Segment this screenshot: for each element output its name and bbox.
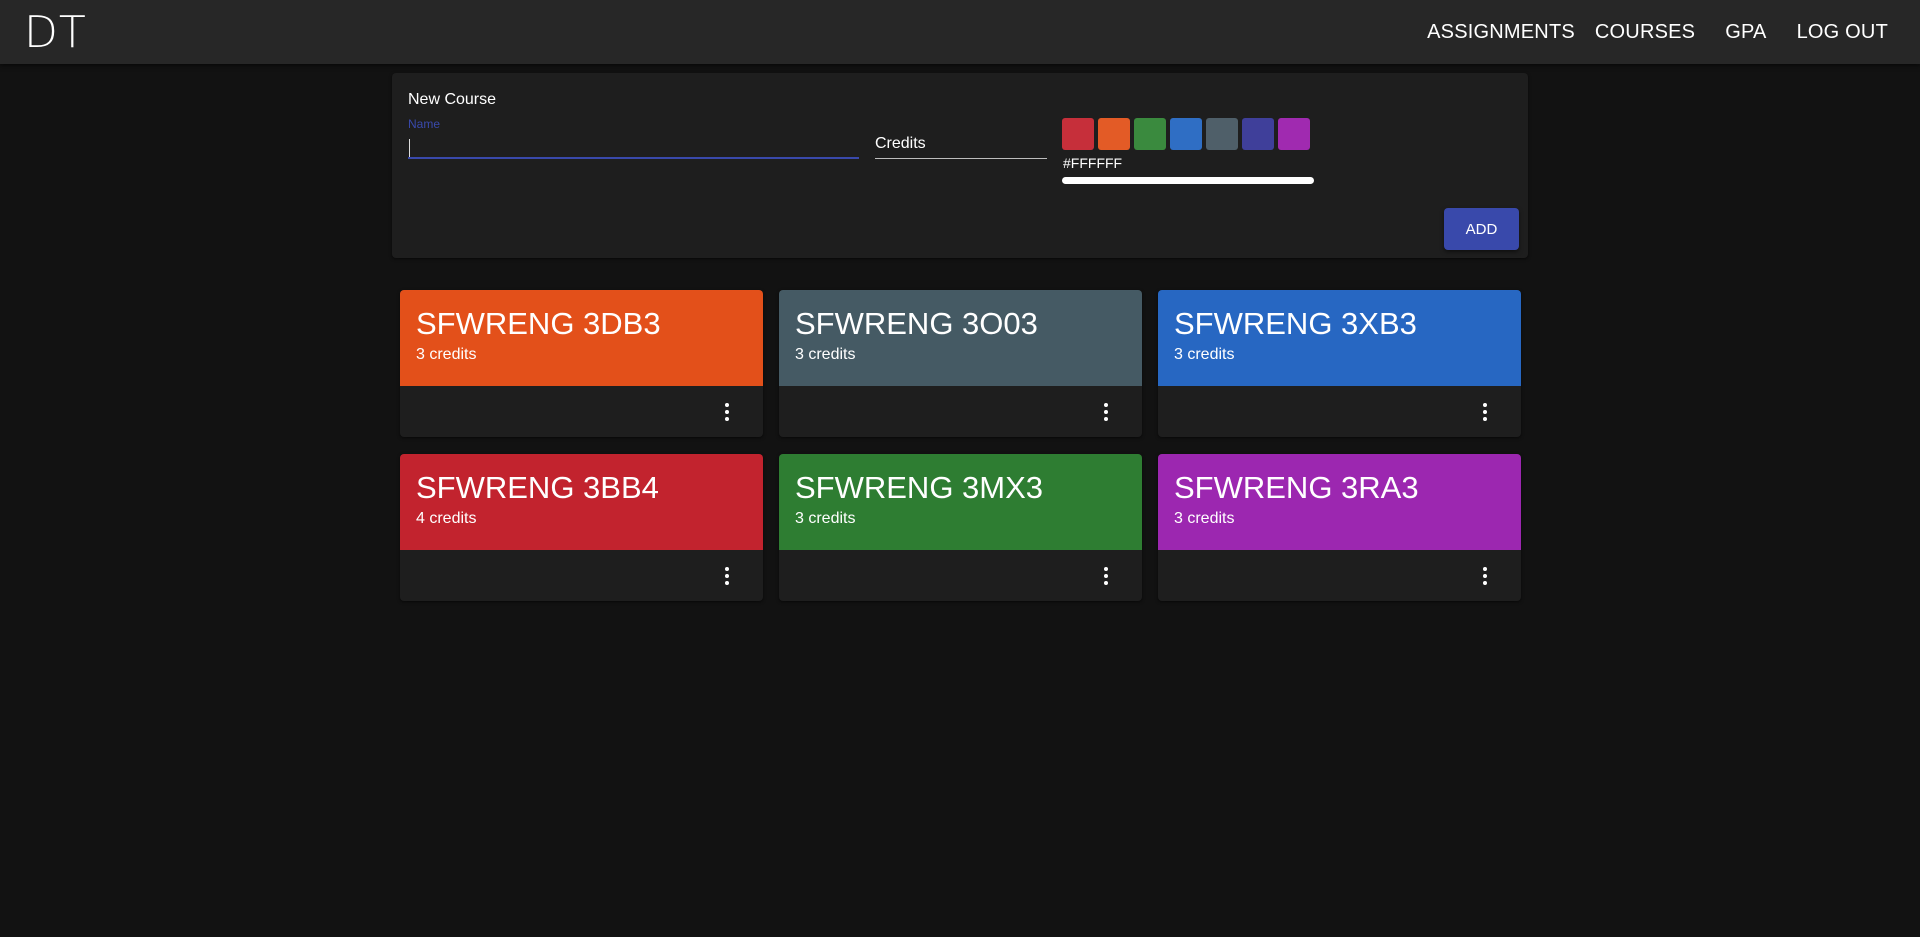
course-card[interactable]: SFWRENG 3MX3 3 credits [779,454,1142,601]
course-credits: 3 credits [1174,510,1235,527]
course-title: SFWRENG 3BB4 [416,470,659,505]
course-title: SFWRENG 3MX3 [795,470,1044,505]
color-swatches [1062,118,1310,150]
course-grid: SFWRENG 3DB3 3 credits SFWRENG 3O03 3 cr… [400,290,1521,601]
course-card-actions [779,386,1142,437]
course-name-label: Name [408,117,441,131]
course-card-header: SFWRENG 3BB4 4 credits [400,454,763,550]
more-vert-icon[interactable] [711,560,743,592]
course-card-actions [400,386,763,437]
more-vert-icon[interactable] [1469,560,1501,592]
course-card-header: SFWRENG 3RA3 3 credits [1158,454,1521,550]
color-swatch[interactable] [1278,118,1310,150]
new-course-title: New Course [408,91,497,108]
color-swatch[interactable] [1062,118,1094,150]
course-card[interactable]: SFWRENG 3XB3 3 credits [1158,290,1521,437]
new-course-panel: New Course Name #FFFFFF ADD [392,73,1528,258]
course-credits: 4 credits [416,510,477,527]
app-bar: DT ASSIGNMENTS COURSES GPA LOG OUT [0,0,1920,64]
nav-assignments-button[interactable]: ASSIGNMENTS [1419,15,1583,50]
more-vert-icon[interactable] [1469,396,1501,428]
color-swatch[interactable] [1170,118,1202,150]
app-logo[interactable]: DT [24,7,87,58]
course-card-actions [1158,386,1521,437]
text-caret [409,139,410,157]
color-swatch[interactable] [1134,118,1166,150]
color-swatch[interactable] [1098,118,1130,150]
color-picker-slider[interactable] [1062,177,1314,184]
nav-menu: ASSIGNMENTS COURSES GPA LOG OUT [1419,15,1896,50]
course-credits: 3 credits [795,510,856,527]
add-course-button[interactable]: ADD [1444,208,1519,250]
course-title: SFWRENG 3RA3 [1174,470,1419,505]
credits-input[interactable] [875,129,1047,159]
course-credits: 3 credits [416,346,477,363]
color-swatch[interactable] [1242,118,1274,150]
color-swatch[interactable] [1206,118,1238,150]
course-card[interactable]: SFWRENG 3RA3 3 credits [1158,454,1521,601]
nav-gpa-button[interactable]: GPA [1717,15,1774,50]
course-card[interactable]: SFWRENG 3O03 3 credits [779,290,1142,437]
course-card-actions [779,550,1142,601]
nav-logout-button[interactable]: LOG OUT [1789,15,1896,50]
course-name-input[interactable] [408,131,859,159]
course-title: SFWRENG 3DB3 [416,306,661,341]
more-vert-icon[interactable] [711,396,743,428]
more-vert-icon[interactable] [1090,560,1122,592]
course-card[interactable]: SFWRENG 3BB4 4 credits [400,454,763,601]
course-name-field: Name [408,117,859,161]
course-card-header: SFWRENG 3O03 3 credits [779,290,1142,386]
course-title: SFWRENG 3XB3 [1174,306,1417,341]
color-hex-value[interactable]: #FFFFFF [1063,155,1122,171]
course-card-actions [400,550,763,601]
course-card-header: SFWRENG 3MX3 3 credits [779,454,1142,550]
course-credits: 3 credits [1174,346,1235,363]
course-card[interactable]: SFWRENG 3DB3 3 credits [400,290,763,437]
credits-field [875,129,1047,163]
course-card-actions [1158,550,1521,601]
course-title: SFWRENG 3O03 [795,306,1038,341]
nav-courses-button[interactable]: COURSES [1587,15,1703,50]
course-card-header: SFWRENG 3XB3 3 credits [1158,290,1521,386]
course-card-header: SFWRENG 3DB3 3 credits [400,290,763,386]
more-vert-icon[interactable] [1090,396,1122,428]
course-credits: 3 credits [795,346,856,363]
